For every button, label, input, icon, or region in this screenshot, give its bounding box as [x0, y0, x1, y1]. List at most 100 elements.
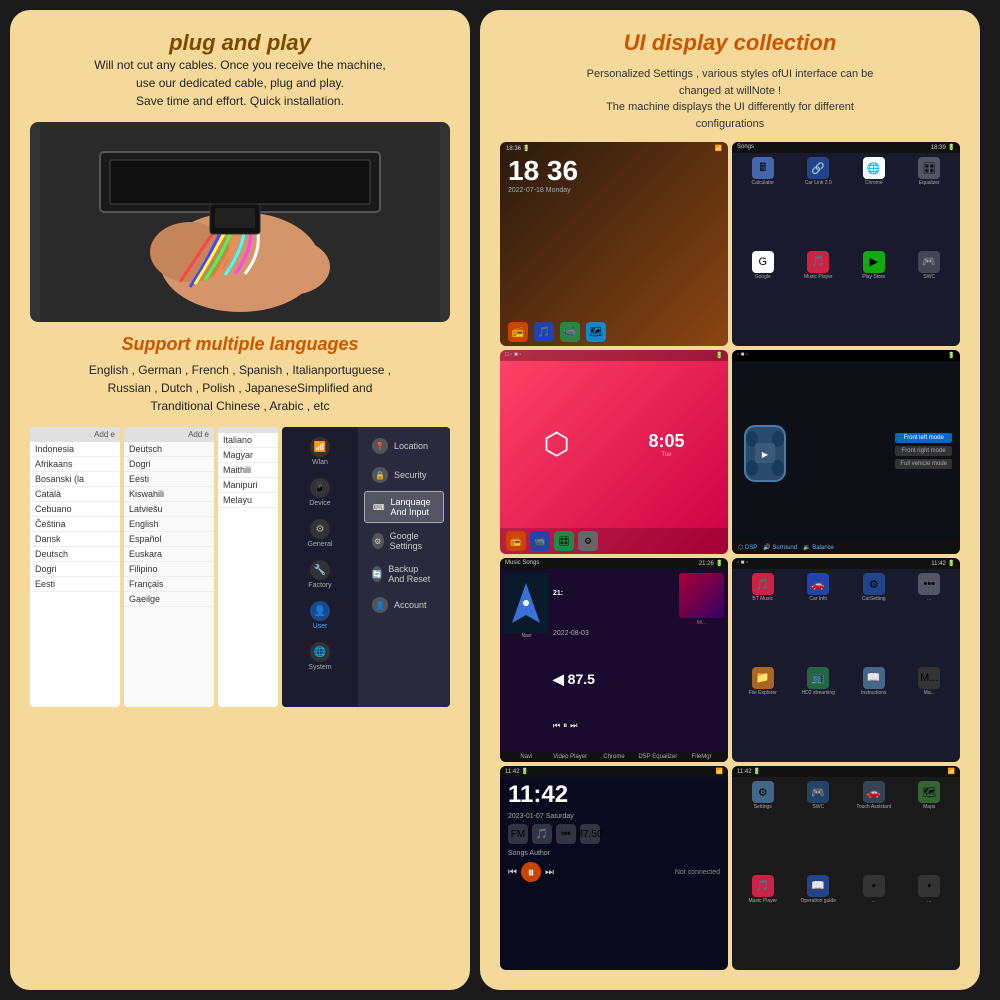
ui-collection-desc: Personalized Settings , various styles o… [500, 66, 960, 132]
app3-steering[interactable]: 🚗 Touch Assistant [847, 781, 901, 873]
bt-time: 8:05 [649, 431, 685, 452]
lang-desc: English , German , French , Spanish , It… [30, 361, 450, 415]
video-icon[interactable]: 📹 [560, 322, 580, 342]
wlan-icon: 📶 [310, 437, 330, 457]
app3-swc[interactable]: 🎮 SWC [792, 781, 846, 873]
settings-wlan[interactable]: 📶 Wlan [282, 431, 358, 472]
ui-cell-2: Songs18:39 🔋 🖩 Calculator 🔗 Car Link 2.0 [732, 142, 960, 346]
app3-music-player[interactable]: 🎵 Music Player [736, 875, 790, 967]
app-swc[interactable]: 🎮 SWC [903, 251, 957, 343]
app2-car-setting[interactable]: ⚙ CarSetting [847, 573, 901, 665]
ui-collection-title: UI display collection [500, 30, 960, 56]
full-vehicle-mode[interactable]: Full vehicle mode [895, 459, 952, 469]
general-icon: ⚙ [310, 519, 330, 539]
settings-general[interactable]: ⚙ General [282, 513, 358, 554]
app3-extra2[interactable]: • ... [903, 875, 957, 967]
app2-bt-music[interactable]: 🎵 BT Music [736, 573, 790, 665]
app2-car-info[interactable]: 🚗 Car Info [792, 573, 846, 665]
app-grid-2: 🎵 BT Music 🚗 Car Info ⚙ CarSetting • [732, 569, 960, 762]
settings-factory[interactable]: 🔧 Factory [282, 554, 358, 595]
app3-operation[interactable]: 📖 Operation guide [792, 875, 846, 967]
user-icon: 👤 [310, 601, 330, 621]
app-eq[interactable]: 🎛 Equalizer [903, 157, 957, 249]
settings-system[interactable]: 🌐 System [282, 636, 358, 677]
dsp-footer: ⬡ DSP 🔊 Surround 🔉 Balance [732, 541, 960, 554]
settings-user[interactable]: 👤 User [282, 595, 358, 636]
menu-backup[interactable]: 🔄 Backup And Reset [364, 559, 444, 589]
google-icon: ⚙ [372, 533, 384, 549]
big-date: 2023-01-07 Saturday [500, 813, 728, 820]
menu-account[interactable]: 👤 Account [364, 592, 444, 618]
lang-list-2: Add e Deutsch Dogri Eesti Kiswahili Latv… [124, 427, 214, 707]
app3-extra1[interactable]: • ... [847, 875, 901, 967]
settings-nav: 📶 Wlan 📱 Device ⚙ General 🔧 Factory [282, 427, 358, 707]
app3-settings[interactable]: ⚙ Settings [736, 781, 790, 873]
music-album [679, 573, 724, 618]
app-grid: 🖩 Calculator 🔗 Car Link 2.0 🌐 Chrome [732, 153, 960, 346]
app-music[interactable]: 🎵 Music Player [792, 251, 846, 343]
left-panel: plug and play Will not cut any cables. O… [10, 10, 470, 990]
cell3-app-bar: 📻 📹 🎛 ⚙ [500, 528, 728, 554]
big-time: 11:42 [500, 777, 728, 813]
app-google[interactable]: G Google [736, 251, 790, 343]
plug-section: plug and play Will not cut any cables. O… [30, 30, 450, 110]
svg-text:▶: ▶ [762, 450, 769, 459]
bluetooth-icon: ⬡ [543, 427, 569, 462]
cell3-settings[interactable]: ⚙ [578, 531, 598, 551]
menu-language[interactable]: ⌨ Lanquaqe And Input [364, 491, 444, 523]
cell3-dsp[interactable]: 🎛 [554, 531, 574, 551]
app2-instructions[interactable]: 📖 Instructions [847, 667, 901, 759]
menu-google[interactable]: ⚙ Google Settings [364, 526, 444, 556]
front-left-mode[interactable]: Front left mode [895, 433, 952, 443]
lang-title: Support multiple languages [30, 334, 450, 355]
app-chrome[interactable]: 🌐 Chrome [847, 157, 901, 249]
app-calc[interactable]: 🖩 Calculator [736, 157, 790, 249]
ui-cell-7: 11:42 🔋📶 11:42 2023-01-07 Saturday FM 🎵 … [500, 766, 728, 970]
system-icon: 🌐 [310, 642, 330, 662]
account-label: Account [394, 600, 427, 610]
app-carlink[interactable]: 🔗 Car Link 2.0 [792, 157, 846, 249]
ui-cell-5: Music Songs21:26 🔋 Navi [500, 558, 728, 762]
plug-desc: Will not cut any cables. Once you receiv… [30, 56, 450, 110]
cell3-radio[interactable]: 📻 [506, 531, 526, 551]
car-top-view: ▶ [740, 421, 790, 481]
app2-more[interactable]: ••• ... [903, 573, 957, 665]
app3-maps[interactable]: 🗺 Maps [903, 781, 957, 873]
cell1-time: 18 36 [500, 155, 728, 187]
menu-location[interactable]: 📍 Location [364, 433, 444, 459]
app2-more2[interactable]: M... Ma... [903, 667, 957, 759]
cell1-apps: 📻 🎵 📹 🗺 [500, 318, 728, 346]
menu-security[interactable]: 🔒 Security [364, 462, 444, 488]
maps-icon[interactable]: 🗺 [586, 322, 606, 342]
lang-list-1: Add e Indonesia Afrikaans Bosanski (la C… [30, 427, 120, 707]
radio-icon[interactable]: 📻 [508, 322, 528, 342]
security-label: Security [394, 470, 427, 480]
ui-cell-3: □ ◦ ■ ◦🔋 ⬡ 8:05 Tue 📻 📹 🎛 ⚙ [500, 350, 728, 554]
location-icon: 📍 [372, 438, 388, 454]
app2-hd2[interactable]: 📺 HD2 streaming [792, 667, 846, 759]
settings-ui-screenshot: Add e Indonesia Afrikaans Bosanski (la C… [30, 427, 450, 707]
settings-menu: 📍 Location 🔒 Security ⌨ Lanquaqe And Inp… [358, 427, 450, 707]
app2-file-explorer[interactable]: 📁 File Explorer [736, 667, 790, 759]
ui-cell-4: ◦ ■ ◦🔋 ▶ [732, 350, 960, 554]
security-icon: 🔒 [372, 467, 388, 483]
app-grid-3: ⚙ Settings 🎮 SWC 🚗 Touch Assistant � [732, 777, 960, 970]
cell1-date: 2022-07-18 Monday [500, 187, 728, 194]
ui-cell-8: 11:42 🔋📶 ⚙ Settings 🎮 SWC 🚗 [732, 766, 960, 970]
car-install-image [30, 122, 450, 322]
front-right-mode[interactable]: Front right mode [895, 446, 952, 456]
lang-list-3: Italiano Magyar Maithili Manipuri Melayu [218, 427, 278, 707]
languages-section: Support multiple languages English , Ger… [30, 334, 450, 415]
music-icon[interactable]: 🎵 [534, 322, 554, 342]
factory-icon: 🔧 [310, 560, 330, 580]
music-title: 21: [553, 590, 675, 597]
backup-icon: 🔄 [372, 566, 382, 582]
settings-device[interactable]: 📱 Device [282, 472, 358, 513]
ui-cell-1: 18:36 🔋📶 18 36 2022-07-18 Monday 📻 🎵 📹 🗺 [500, 142, 728, 346]
right-panel: UI display collection Personalized Setti… [480, 10, 980, 990]
main-container: plug and play Will not cut any cables. O… [10, 10, 990, 990]
app-playstore[interactable]: ▶ Play Store [847, 251, 901, 343]
ui-grid: 18:36 🔋📶 18 36 2022-07-18 Monday 📻 🎵 📹 🗺 [500, 142, 960, 970]
plug-title: plug and play [30, 30, 450, 56]
cell3-video[interactable]: 📹 [530, 531, 550, 551]
